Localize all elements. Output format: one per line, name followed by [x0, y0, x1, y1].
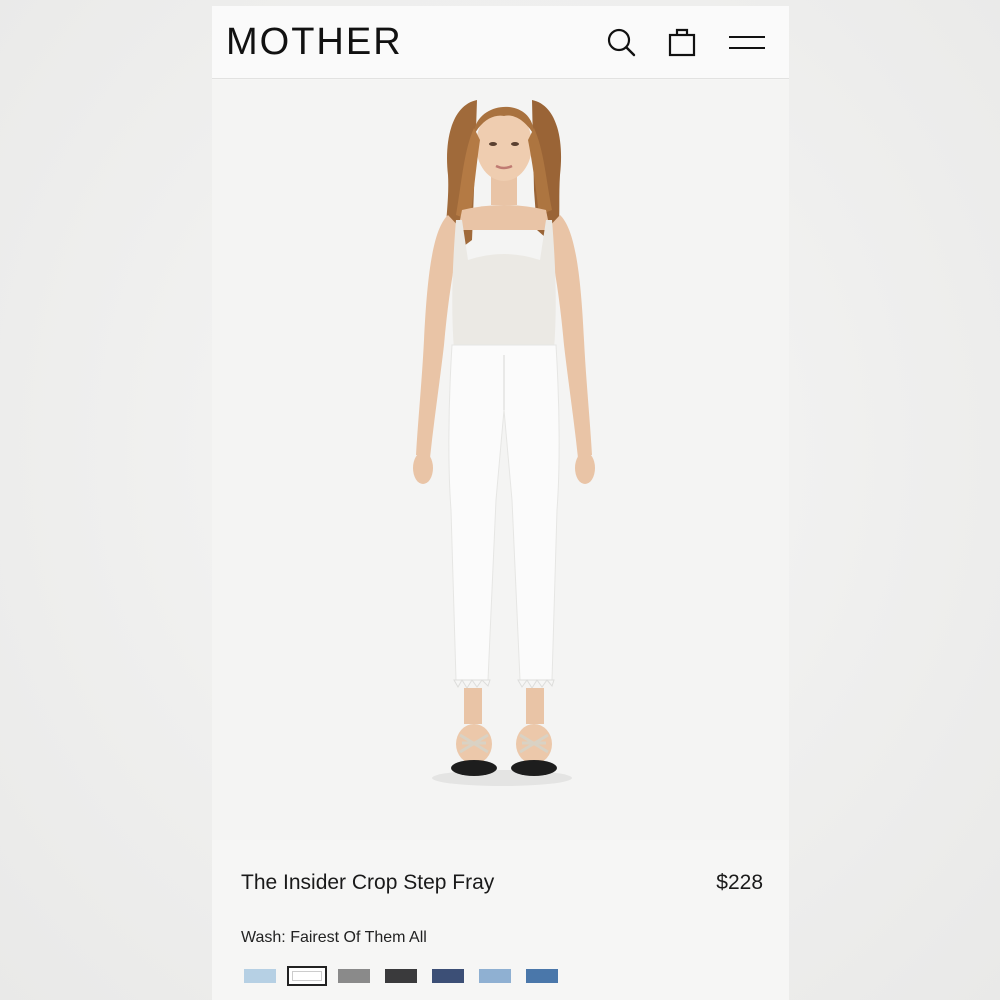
product-image[interactable]: [212, 80, 789, 840]
swatch-white[interactable]: [287, 966, 327, 986]
swatch-fill: [292, 971, 322, 981]
product-photo: [413, 100, 595, 786]
swatch-dark-indigo[interactable]: [432, 969, 464, 983]
product-price: $228: [716, 871, 763, 894]
menu-button[interactable]: [726, 24, 768, 60]
wash-label: Wash: Fairest Of Them All: [241, 929, 427, 946]
menu-icon: [729, 36, 765, 49]
cart-button[interactable]: [666, 24, 698, 60]
brand-logo[interactable]: MOTHER: [226, 21, 403, 64]
swatch-grey[interactable]: [338, 969, 370, 983]
swatch-light-blue[interactable]: [244, 969, 276, 983]
site-header: MOTHER: [212, 6, 789, 79]
swatch-black[interactable]: [385, 969, 417, 983]
search-button[interactable]: [606, 24, 638, 60]
phone-screen: MOTHER The Insider Crop Step Fray $228 W…: [212, 6, 789, 1000]
swatch-mid-blue[interactable]: [479, 969, 511, 983]
wash-swatches: [244, 966, 764, 988]
product-title: The Insider Crop Step Fray: [241, 871, 495, 894]
bag-icon: [668, 28, 696, 57]
search-icon: [607, 28, 636, 57]
swatch-medium-blue[interactable]: [526, 969, 558, 983]
